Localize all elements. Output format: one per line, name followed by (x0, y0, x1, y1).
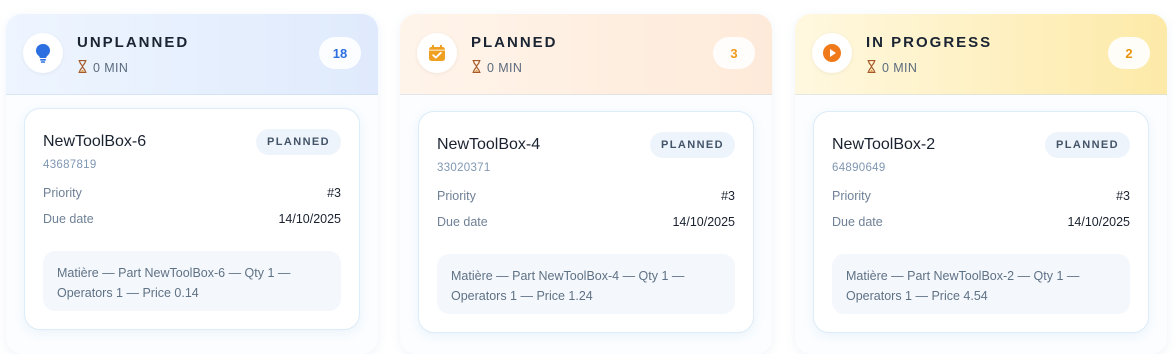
due-date-label: Due date (437, 215, 488, 229)
status-badge: PLANNED (256, 129, 341, 155)
description-line: Operators 1 — Price 4.54 (846, 289, 988, 303)
card-description: Matière — Part NewToolBox-6 — Qty 1 — Op… (43, 251, 341, 311)
description-line: Operators 1 — Price 0.14 (57, 286, 199, 300)
priority-value: #3 (1116, 189, 1130, 203)
due-date-value: 14/10/2025 (672, 215, 735, 229)
count-badge: 2 (1108, 37, 1150, 69)
description-line: Matière — Part NewToolBox-2 — Qty 1 — (846, 269, 1080, 283)
column-header: IN PROGRESS 0 MIN 2 (795, 14, 1167, 95)
card-id: 33020371 (437, 162, 491, 174)
description-line: Matière — Part NewToolBox-4 — Qty 1 — (451, 269, 685, 283)
task-card[interactable]: NewToolBox-4 33020371 PLANNED Priority #… (418, 111, 754, 333)
priority-label: Priority (43, 186, 82, 200)
column-title: IN PROGRESS (866, 34, 993, 51)
play-circle-icon (812, 33, 852, 73)
column-duration: 0 MIN (472, 59, 523, 76)
count-badge: 18 (319, 37, 361, 69)
card-title: NewToolBox-4 (437, 136, 541, 153)
duration-text: 0 MIN (882, 61, 918, 75)
card-id: 64890649 (832, 162, 886, 174)
column-in-progress: IN PROGRESS 0 MIN 2 NewToolBox-2 6489064… (795, 14, 1167, 354)
hourglass-icon (78, 59, 87, 76)
card-title: NewToolBox-2 (832, 136, 936, 153)
column-planned: PLANNED 0 MIN 3 NewToolBox-4 33020371 PL… (400, 14, 772, 354)
due-date-label: Due date (832, 215, 883, 229)
status-badge: PLANNED (1045, 132, 1130, 158)
card-description: Matière — Part NewToolBox-4 — Qty 1 — Op… (437, 254, 735, 314)
card-description: Matière — Part NewToolBox-2 — Qty 1 — Op… (832, 254, 1130, 314)
column-header: UNPLANNED 0 MIN 18 (6, 14, 378, 95)
task-card[interactable]: NewToolBox-6 43687819 PLANNED Priority #… (24, 108, 360, 330)
hourglass-icon (867, 59, 876, 76)
hourglass-icon (472, 59, 481, 76)
calendar-check-icon (417, 33, 457, 73)
due-date-value: 14/10/2025 (1067, 215, 1130, 229)
duration-text: 0 MIN (93, 61, 129, 75)
column-header: PLANNED 0 MIN 3 (400, 14, 772, 95)
column-title: PLANNED (471, 34, 558, 51)
due-date-label: Due date (43, 212, 94, 226)
duration-text: 0 MIN (487, 61, 523, 75)
description-line: Operators 1 — Price 1.24 (451, 289, 593, 303)
priority-label: Priority (437, 189, 476, 203)
priority-label: Priority (832, 189, 871, 203)
status-badge: PLANNED (650, 132, 735, 158)
lightbulb-icon (23, 33, 63, 73)
card-title: NewToolBox-6 (43, 133, 147, 150)
count-badge: 3 (713, 37, 755, 69)
due-date-value: 14/10/2025 (278, 212, 341, 226)
task-card[interactable]: NewToolBox-2 64890649 PLANNED Priority #… (813, 111, 1149, 333)
column-title: UNPLANNED (77, 34, 190, 51)
column-unplanned: UNPLANNED 0 MIN 18 NewToolBox-6 43687819… (6, 14, 378, 354)
column-duration: 0 MIN (78, 59, 129, 76)
priority-value: #3 (327, 186, 341, 200)
priority-value: #3 (721, 189, 735, 203)
card-id: 43687819 (43, 159, 97, 171)
description-line: Matière — Part NewToolBox-6 — Qty 1 — (57, 266, 291, 280)
column-duration: 0 MIN (867, 59, 918, 76)
